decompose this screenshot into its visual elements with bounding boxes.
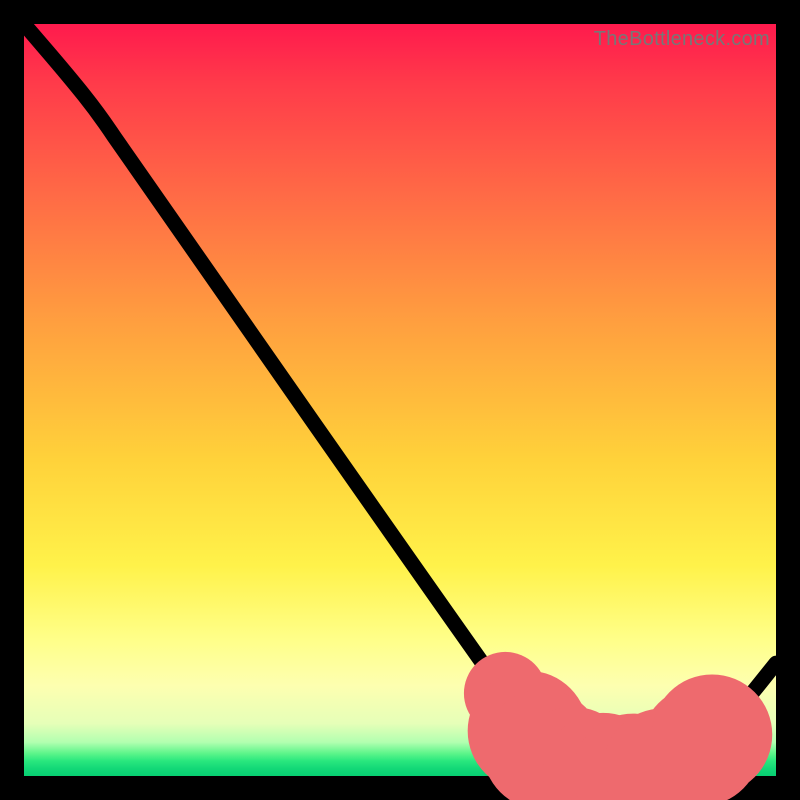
- plot-area: TheBottleneck.com: [24, 24, 776, 776]
- bottleneck-curve: [24, 24, 776, 775]
- marker-group: [464, 652, 772, 800]
- data-marker: [652, 674, 772, 794]
- chart-svg: [24, 24, 776, 776]
- chart-stage: TheBottleneck.com: [0, 0, 800, 800]
